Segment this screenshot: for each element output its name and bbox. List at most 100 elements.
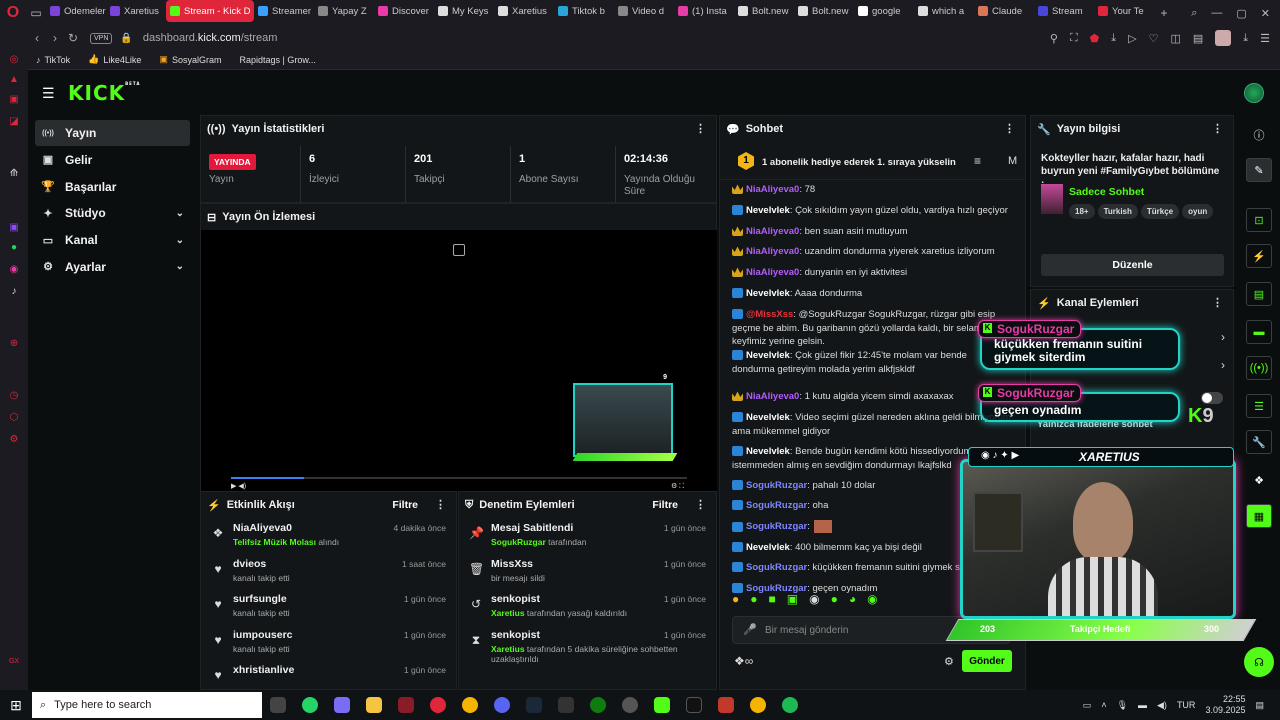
browser-tab[interactable]: Xaretius	[494, 0, 554, 22]
more-options-icon[interactable]: ⋮	[695, 122, 706, 135]
event-row[interactable]: 📌 Mesaj Sabitlendi SogukRuzgar tarafından 1…	[459, 520, 716, 556]
sidebar-item-başarılar[interactable]: 🏆 Başarılar	[35, 174, 190, 200]
browser-tab[interactable]: Your Te	[1094, 0, 1154, 22]
event-row[interactable]: ⧗ senkopist Xaretius tarafından 5 dakika s…	[459, 627, 716, 664]
category-name[interactable]: Sadece Sohbet	[1069, 186, 1144, 198]
browser-tab[interactable]: Streamer	[254, 0, 314, 22]
kick-side-icon[interactable]: ⟰	[7, 166, 21, 180]
chat-username[interactable]: Nevelvlek	[746, 350, 790, 361]
maximize-icon[interactable]: ▢	[1236, 7, 1246, 20]
kick-logo[interactable]: KICKBETA	[68, 81, 140, 105]
document-icon[interactable]: ▤	[1246, 282, 1272, 306]
emote-icon[interactable]: ▣	[787, 592, 798, 610]
bookmark-sosyalgram[interactable]: ▣ SosyalGram	[159, 54, 221, 65]
epic-games-icon[interactable]	[558, 697, 574, 713]
emote-only-toggle[interactable]	[1201, 392, 1223, 404]
settings-fullscreen-icons[interactable]: ⚙ ⛶	[671, 482, 684, 491]
volume-icon[interactable]: ▶ ◀)	[231, 482, 246, 490]
play-icon[interactable]: ▷	[1128, 32, 1136, 45]
network-icon[interactable]: ▬	[1138, 700, 1147, 710]
tray-app-icon[interactable]: ▭	[1083, 700, 1092, 711]
vpn-badge[interactable]: VPN	[90, 32, 113, 44]
chrome-taskbar-icon-2[interactable]	[750, 697, 766, 713]
forward-icon[interactable]: ›	[46, 31, 64, 45]
obs-icon[interactable]	[622, 697, 638, 713]
sidebar-item-gelir[interactable]: ▣ Gelir	[35, 147, 190, 173]
chevron-down-icon[interactable]: ⌄	[176, 261, 184, 272]
filter-lines-icon[interactable]: ≡	[974, 154, 981, 168]
chat-message[interactable]: NiaAliyeva0: ben suan asiri mutluyum	[732, 225, 1012, 239]
sidebar-item-kanal[interactable]: ▭ Kanal ⌄	[35, 227, 190, 253]
chevron-up-icon[interactable]: ˄	[1101, 700, 1106, 710]
music-icon[interactable]: ◪	[7, 114, 21, 128]
spotify-icon[interactable]	[782, 697, 798, 713]
chat-username[interactable]: SogukRuzgar	[746, 521, 807, 532]
chrome-taskbar-icon[interactable]	[462, 697, 478, 713]
chat-username[interactable]: Nevelvlek	[746, 446, 790, 457]
edit-pencil-icon[interactable]: ✎	[1246, 158, 1272, 182]
mic-tray-icon[interactable]: 🎙	[1117, 700, 1128, 711]
chat-message[interactable]: Nevelvlek: Aaaa dondurma	[732, 287, 1012, 301]
emote-icon[interactable]: ■	[769, 592, 776, 610]
emote-icon[interactable]: ◉	[867, 592, 877, 610]
chat-message[interactable]: NiaAliyeva0: dunyanin en iyi aktivitesi	[732, 266, 1012, 280]
menu-icon[interactable]: ☰	[1260, 32, 1270, 45]
bookmark-tiktok[interactable]: ♪ TikTok	[36, 55, 70, 65]
url-field[interactable]: dashboard.kick.com/stream	[143, 32, 278, 44]
wallet-icon[interactable]: ▤	[1193, 32, 1203, 45]
xbox-icon[interactable]	[590, 697, 606, 713]
twitch-icon[interactable]: ▣	[7, 220, 21, 234]
tiktok-side-icon[interactable]: ♪	[7, 284, 21, 298]
group-icon[interactable]: ❖	[1246, 468, 1272, 492]
chevron-right-icon[interactable]: ›	[1221, 358, 1225, 372]
history-icon[interactable]: ◷	[7, 388, 21, 402]
clock[interactable]: 22:55 3.09.2025	[1205, 694, 1245, 716]
pinned-gift-banner[interactable]: 1 1 abonelik hediye ederek 1. sıraya yük…	[720, 146, 1025, 180]
moderation-filter-button[interactable]: Filtre	[652, 499, 678, 511]
microphone-icon[interactable]: 🎤	[743, 623, 757, 636]
downloads-icon[interactable]: ⤓	[1243, 32, 1248, 45]
adblock-icon[interactable]: ⬟	[1090, 32, 1100, 45]
chat-username[interactable]: Nevelvlek	[746, 412, 790, 423]
opera-logo-icon[interactable]: O	[0, 0, 26, 26]
more-options-icon[interactable]: ⋮	[435, 498, 446, 511]
volume-tray-icon[interactable]: ◀)	[1157, 700, 1167, 711]
tiktok-taskbar-icon[interactable]	[686, 697, 702, 713]
edit-button[interactable]: Düzenle	[1041, 254, 1224, 276]
browser-tab[interactable]: (1) Insta	[674, 0, 734, 22]
more-options-icon[interactable]: ⋮	[1212, 122, 1223, 135]
more-options-icon[interactable]: ⋮	[1004, 122, 1015, 135]
back-icon[interactable]: ‹	[28, 31, 46, 45]
hamburger-menu-icon[interactable]: ☰	[42, 85, 55, 102]
player-icon[interactable]: ⊕	[7, 336, 21, 350]
file-explorer-icon[interactable]	[366, 697, 382, 713]
minimize-icon[interactable]: —	[1211, 7, 1222, 19]
instagram-icon[interactable]: ◉	[7, 262, 21, 276]
copilot-icon[interactable]	[334, 697, 350, 713]
browser-tab[interactable]: My Keys	[434, 0, 494, 22]
sidebar-item-stüdyo[interactable]: ✦ Stüdyo ⌄	[35, 200, 190, 226]
bookmarks-side-icon[interactable]: ⬡	[7, 410, 21, 424]
search-tabs-icon[interactable]: ⌕	[1191, 7, 1197, 20]
event-row[interactable]: ↺ senkopist Xaretius tarafından yasağı kal…	[459, 591, 716, 627]
new-tab-icon[interactable]: +	[1154, 0, 1174, 26]
browser-tab[interactable]: Bolt.new	[734, 0, 794, 22]
chat-message[interactable]: Nevelvlek: Çok sıkıldım yayın güzel oldu…	[732, 204, 1012, 218]
chat-message[interactable]: NiaAliyeva0: 1 kutu algida yicem simdi a…	[732, 390, 1012, 404]
stream-preview-video[interactable]: 9 ▶ ◀) ⚙ ⛶	[201, 230, 717, 492]
lightning-rail-icon[interactable]: ⚡	[1246, 244, 1272, 268]
chat-settings-icon[interactable]: ⚙	[944, 655, 954, 668]
kick-taskbar-icon[interactable]	[654, 697, 670, 713]
chat-username[interactable]: SogukRuzgar	[746, 480, 807, 491]
info-icon[interactable]: ⓘ	[1246, 123, 1272, 147]
wallet-side-icon[interactable]: ▣	[7, 92, 21, 106]
chat-username[interactable]: @MissXss	[746, 309, 793, 320]
workspaces-icon[interactable]: ▭	[26, 0, 46, 26]
event-row[interactable]: 🗑 MissXss bir mesajı sildi 1 gün önce	[459, 556, 716, 592]
profile-avatar-icon[interactable]	[1215, 30, 1232, 46]
chat-username[interactable]: NiaAliyeva0	[746, 267, 799, 278]
browser-tab[interactable]: Discover	[374, 0, 434, 22]
emote-icon[interactable]: ◉	[809, 592, 819, 610]
preview-seek-bar[interactable]	[231, 477, 687, 479]
download-page-icon[interactable]: ⤓	[1111, 32, 1116, 45]
